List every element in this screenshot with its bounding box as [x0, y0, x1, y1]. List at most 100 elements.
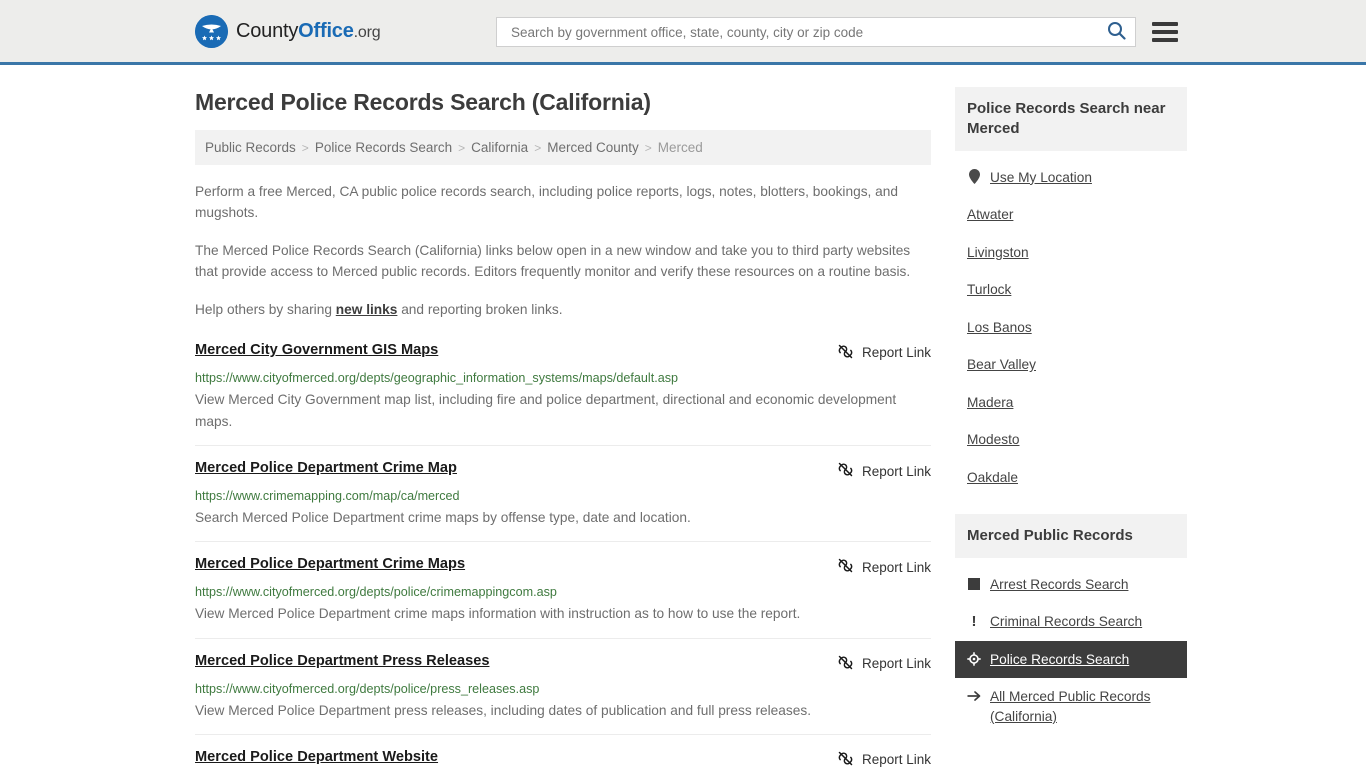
result-item: Merced Police Department Press Releases …: [195, 637, 931, 734]
result-header: Merced City Government GIS Maps Report L…: [195, 342, 931, 363]
eagle-shield-icon: [195, 14, 228, 48]
intro-paragraph-2: The Merced Police Records Search (Califo…: [195, 242, 911, 280]
logo-text-org: .org: [353, 23, 381, 41]
breadcrumb-separator: >: [644, 140, 652, 155]
result-header: Merced Police Department Crime Maps Repo…: [195, 556, 931, 577]
result-url[interactable]: https://www.cityofmerced.org/depts/geogr…: [195, 371, 931, 385]
sidebar-city-bear-valley[interactable]: Bear Valley: [955, 346, 1187, 383]
city-label: Bear Valley: [967, 357, 1036, 373]
arrow-right-icon: [967, 688, 981, 704]
new-links-link[interactable]: new links: [336, 302, 398, 317]
sidebar-city-livingston[interactable]: Livingston: [955, 234, 1187, 271]
sidebar-item-label: Police Records Search: [990, 651, 1130, 667]
result-header: Merced Police Department Website Report …: [195, 749, 931, 768]
report-link-label: Report Link: [861, 752, 931, 768]
logo-text-county: County: [236, 19, 299, 42]
breadcrumb: Public Records > Police Records Search >…: [195, 130, 931, 165]
police-badge-crosshair-icon: [967, 651, 981, 667]
result-title-link[interactable]: Merced City Government GIS Maps: [195, 342, 456, 358]
breadcrumb-item-merced-county[interactable]: Merced County: [547, 140, 639, 155]
city-label: Atwater: [967, 207, 1014, 223]
hamburger-menu-icon[interactable]: [1152, 22, 1178, 42]
page-container: Merced Police Records Search (California…: [0, 65, 1366, 768]
site-logo[interactable]: CountyOffice.org: [195, 14, 381, 48]
sidebar-item-label: Arrest Records Search: [990, 576, 1129, 592]
report-link-button[interactable]: Report Link: [837, 557, 931, 577]
result-title-link[interactable]: Merced Police Department Crime Map: [195, 460, 475, 476]
sidebar-city-modesto[interactable]: Modesto: [955, 421, 1187, 458]
result-item: Merced City Government GIS Maps Report L…: [195, 338, 931, 445]
breadcrumb-separator: >: [301, 140, 309, 155]
result-item: Merced Police Department Website Report …: [195, 733, 931, 768]
sidebar-city-los-banos[interactable]: Los Banos: [955, 309, 1187, 346]
report-link-label: Report Link: [861, 656, 931, 672]
breadcrumb-item-police-records-search[interactable]: Police Records Search: [315, 140, 452, 155]
page-title: Merced Police Records Search (California…: [195, 89, 651, 115]
result-item: Merced Police Department Crime Map Repor…: [195, 445, 931, 541]
fingerprint-square-icon: [967, 576, 981, 592]
result-title-link[interactable]: Merced Police Department Crime Maps: [195, 556, 483, 572]
search-input[interactable]: [509, 23, 1104, 41]
report-link-label: Report Link: [861, 559, 931, 575]
intro-p3-after: and reporting broken links.: [397, 301, 563, 317]
nearby-panel-heading: Police Records Search near Merced: [955, 87, 1187, 151]
search-button[interactable]: [1104, 21, 1129, 43]
result-description: View Merced City Government map list, in…: [195, 391, 897, 430]
report-link-label: Report Link: [861, 345, 931, 361]
city-label: Modesto: [967, 432, 1020, 448]
breadcrumb-item-public-records[interactable]: Public Records: [205, 140, 296, 155]
result-item: Merced Police Department Crime Maps Repo…: [195, 541, 931, 637]
result-title-link[interactable]: Merced Police Department Website: [195, 749, 456, 765]
search-box[interactable]: [496, 17, 1136, 47]
sidebar-city-madera[interactable]: Madera: [955, 384, 1187, 421]
site-header: CountyOffice.org: [0, 0, 1366, 65]
sidebar-city-oakdale[interactable]: Oakdale: [955, 459, 1187, 496]
public-records-panel: Merced Public Records Arrest Records Sea…: [955, 513, 1187, 739]
result-url[interactable]: https://www.cityofmerced.org/depts/polic…: [195, 585, 931, 599]
intro-p3-before: Help others by sharing: [195, 301, 336, 317]
sidebar-city-atwater[interactable]: Atwater: [955, 196, 1187, 233]
sidebar-item-all-merced-public-records[interactable]: All Merced Public Records (California): [955, 678, 1187, 735]
report-link-label: Report Link: [861, 463, 931, 479]
exclamation-icon: !: [971, 612, 977, 630]
public-records-panel-body: Arrest Records Search ! Criminal Records…: [955, 558, 1187, 739]
sidebar-city-turlock[interactable]: Turlock: [955, 271, 1187, 308]
report-link-button[interactable]: Report Link: [837, 461, 931, 481]
breadcrumb-separator: >: [534, 140, 542, 155]
report-link-button[interactable]: Report Link: [837, 750, 931, 768]
result-url[interactable]: https://www.crimemapping.com/map/ca/merc…: [195, 489, 931, 503]
report-link-button[interactable]: Report Link: [837, 654, 931, 674]
city-label: Los Banos: [967, 319, 1032, 335]
result-url[interactable]: https://www.cityofmerced.org/depts/polic…: [195, 682, 931, 696]
sidebar-item-criminal-records-search[interactable]: ! Criminal Records Search: [955, 603, 1187, 640]
menu-bar-2: [1152, 30, 1178, 34]
city-label: Oakdale: [967, 469, 1018, 485]
result-description: View Merced Police Department crime maps…: [195, 606, 801, 622]
sidebar-item-arrest-records-search[interactable]: Arrest Records Search: [955, 566, 1187, 603]
city-label: Livingston: [967, 244, 1029, 260]
broken-link-icon: [837, 461, 854, 481]
broken-link-icon: [837, 654, 854, 674]
use-my-location-link[interactable]: Use My Location: [955, 159, 1187, 196]
result-title-link[interactable]: Merced Police Department Press Releases: [195, 653, 507, 669]
nearby-panel: Police Records Search near Merced Use My…: [955, 87, 1187, 500]
breadcrumb-separator: >: [458, 140, 466, 155]
nearby-panel-body: Use My Location Atwater Livingston Turlo…: [955, 151, 1187, 500]
intro-paragraph-1: Perform a free Merced, CA public police …: [195, 184, 898, 221]
breadcrumb-item-california[interactable]: California: [471, 140, 528, 155]
sidebar-item-police-records-search[interactable]: Police Records Search: [955, 640, 1187, 679]
sidebar: Police Records Search near Merced Use My…: [955, 65, 1187, 753]
broken-link-icon: [837, 557, 854, 577]
menu-bar-1: [1152, 22, 1178, 26]
broken-link-icon: [837, 343, 854, 363]
main-content: Merced Police Records Search (California…: [195, 65, 931, 768]
logo-text-office: Office: [298, 19, 354, 42]
site-logo-text: CountyOffice.org: [236, 19, 381, 43]
result-description: View Merced Police Department press rele…: [195, 702, 812, 718]
report-link-button[interactable]: Report Link: [837, 343, 931, 363]
breadcrumb-item-merced: Merced: [657, 140, 703, 155]
broken-link-icon: [837, 750, 854, 768]
sidebar-item-label: All Merced Public Records (California): [990, 689, 1151, 724]
public-records-panel-heading: Merced Public Records: [955, 513, 1187, 558]
header-search-area: [496, 17, 1178, 47]
